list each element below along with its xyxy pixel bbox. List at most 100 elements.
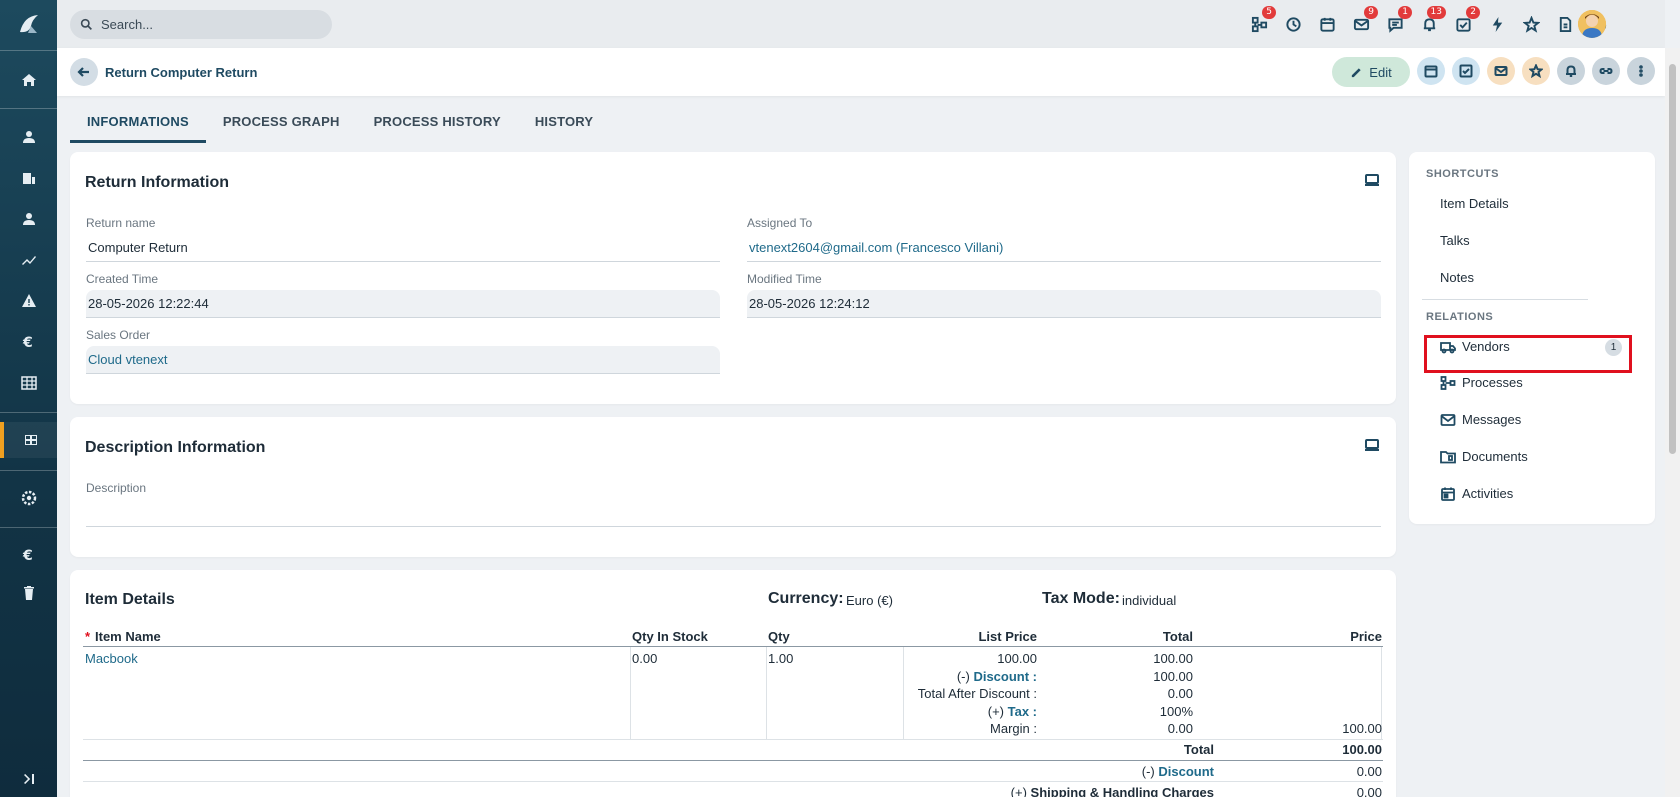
user-avatar[interactable] [1578,10,1606,38]
warning-icon[interactable] [0,283,57,319]
summary-discount-label: (-) Discount [970,764,1214,779]
record-header: Return Computer Return Edit [57,48,1665,96]
summary-total-value: 100.00 [1342,742,1382,757]
assigned-to-link[interactable]: vtenext2604@gmail.com (Francesco Villani… [747,234,1381,262]
header-total: Total [1162,629,1193,644]
discount-link[interactable]: Discount : [973,669,1037,684]
sales-order-link[interactable]: Cloud vtenext [86,346,720,374]
accounts-icon[interactable] [0,160,57,196]
search-icon [80,18,92,30]
follow-button[interactable] [1557,57,1585,85]
link-icon [1599,68,1613,74]
history-icon[interactable] [1281,12,1305,36]
tab-process-history[interactable]: PROCESS HISTORY [357,103,518,143]
required-mark: * [85,629,91,644]
user-icon[interactable] [0,201,57,237]
link-button[interactable] [1592,57,1620,85]
mail-icon[interactable]: 9 [1349,6,1378,36]
discount-prefix: (-) [956,669,970,684]
record-tabs: INFORMATIONS PROCESS GRAPH PROCESS HISTO… [70,103,610,143]
left-sidebar: € € [0,0,57,797]
modified-time-value: 28-05-2026 12:24:12 [747,290,1381,318]
shortcut-notes[interactable]: Notes [1440,270,1474,285]
tab-process-graph[interactable]: PROCESS GRAPH [206,103,357,143]
processes-icon [1440,375,1456,390]
tab-history[interactable]: HISTORY [518,103,610,143]
edit-button[interactable]: Edit [1332,57,1410,87]
vendors-highlight-box [1424,335,1632,373]
relation-documents[interactable]: Documents [1440,449,1528,464]
header-list-price: List Price [978,629,1037,644]
display-mode-icon[interactable] [1364,173,1380,187]
document-icon[interactable] [1553,12,1577,36]
euro-icon-2[interactable]: € [0,537,57,573]
tax-link[interactable]: Tax : [1008,704,1037,719]
created-time-value: 28-05-2026 12:22:44 [86,290,720,318]
relation-activities[interactable]: Activities [1440,486,1513,501]
page-scrollbar[interactable] [1665,48,1680,797]
header-price: Price [1350,629,1382,644]
summary-discount-link[interactable]: Discount [1158,764,1214,779]
contacts-icon[interactable] [0,119,57,155]
shortcut-talks[interactable]: Talks [1440,233,1470,248]
app-logo[interactable] [14,12,44,38]
description-information-title: Description Information [85,439,266,456]
lightning-icon[interactable] [1485,12,1509,36]
apps-grid-icon[interactable] [0,422,57,458]
item-details-title: Item Details [85,591,175,608]
relation-activities-label: Activities [1462,486,1514,501]
shortcuts-title: SHORTCUTS [1426,168,1499,180]
mail-icon [1440,413,1456,426]
back-button[interactable] [70,58,98,86]
more-options-button[interactable] [1627,57,1655,85]
favorite-button[interactable] [1522,57,1550,85]
processes-icon[interactable]: 5 [1247,6,1276,36]
svg-text:€: € [22,548,33,563]
expand-sidebar-icon[interactable] [0,761,57,797]
display-mode-icon-2[interactable] [1364,438,1380,452]
euro-icon[interactable]: € [0,324,57,360]
header-qty-in-stock: Qty In Stock [632,629,708,644]
relation-messages[interactable]: Messages [1440,412,1521,427]
add-event-button[interactable] [1417,57,1445,85]
search-box[interactable] [70,10,332,39]
summary-discount-value: 0.00 [1356,764,1382,779]
talks-icon[interactable]: 1 [1383,6,1412,36]
calendar-icon[interactable] [1315,12,1339,36]
trash-icon[interactable] [0,575,57,611]
total-list-value: 100.00 [1153,651,1193,666]
summary-shipping-prefix: (+) [1010,785,1027,797]
trend-icon[interactable] [0,242,57,278]
star-icon[interactable] [1519,12,1543,36]
relation-processes[interactable]: Processes [1440,375,1523,390]
scrollbar-thumb[interactable] [1669,64,1676,454]
header-qty: Qty [768,629,790,644]
settings-gear-icon[interactable] [0,480,57,516]
shortcut-item-details[interactable]: Item Details [1440,196,1509,211]
add-task-button[interactable] [1452,57,1480,85]
arrow-left-icon [77,67,89,77]
tab-informations[interactable]: INFORMATIONS [70,103,206,143]
notifications-bell-icon[interactable]: 13 [1417,6,1446,36]
table-icon[interactable] [0,365,57,401]
notifications-badge: 13 [1426,6,1446,19]
return-information-card: Return Information Return name Computer … [70,152,1396,404]
mail-badge: 9 [1364,6,1378,19]
tasks-icon[interactable]: 2 [1451,6,1480,36]
pencil-icon [1352,67,1361,77]
home-icon[interactable] [0,62,57,98]
margin-label: Margin : [990,721,1037,736]
created-time-label: Created Time [86,272,159,286]
search-input[interactable] [101,17,301,32]
tasks-badge: 2 [1466,6,1480,19]
svg-text:€: € [22,335,33,350]
summary-shipping-label: (+) Shipping & Handling Charges [870,785,1214,797]
send-mail-button[interactable] [1487,57,1515,85]
qty-value: 1.00 [768,651,794,666]
discount-row-label: (-) Discount : [900,669,1037,684]
summary-shipping-value: 0.00 [1356,785,1382,797]
currency-value: Euro (€) [846,593,893,608]
description-information-card: Description Information Description [70,417,1396,557]
item-name-link[interactable]: Macbook [85,651,138,666]
total-after-discount-value: 0.00 [1167,686,1193,701]
